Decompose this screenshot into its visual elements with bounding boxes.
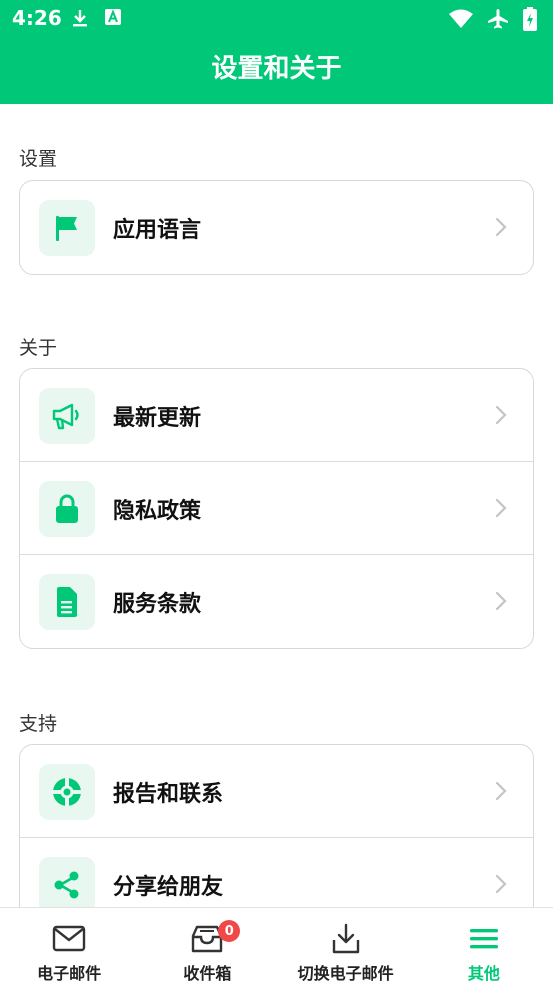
app-bar: 设置和关于 <box>0 36 553 104</box>
nav-label: 电子邮件 <box>37 964 102 983</box>
nav-label: 收件箱 <box>183 964 232 983</box>
document-icon <box>39 574 95 630</box>
row-label: 最新更新 <box>113 406 202 431</box>
lifebuoy-icon <box>39 764 95 820</box>
nav-tab-email[interactable]: 电子邮件 <box>0 908 138 983</box>
mail-icon <box>51 923 87 955</box>
nav-tab-inbox[interactable]: 0 收件箱 <box>138 908 276 983</box>
nav-tab-other[interactable]: 其他 <box>415 908 553 983</box>
menu-icon <box>466 923 502 955</box>
status-time: 4:26 <box>12 6 62 30</box>
bottom-navigation: 电子邮件 0 收件箱 切换电子邮件 其他 <box>0 907 553 983</box>
megaphone-icon <box>39 388 95 444</box>
wifi-icon <box>449 9 473 33</box>
settings-card: 应用语言 <box>19 180 534 275</box>
nav-label: 切换电子邮件 <box>297 964 394 983</box>
latest-updates-item[interactable]: 最新更新 <box>20 369 533 462</box>
status-bar: 4:26 <box>0 0 553 36</box>
inbox-count-badge: 0 <box>218 920 241 942</box>
download-tray-icon <box>328 923 364 955</box>
section-label-support: 支持 <box>19 713 58 735</box>
row-label: 应用语言 <box>113 218 202 243</box>
airplane-icon <box>487 8 509 34</box>
row-label: 隐私政策 <box>113 499 202 524</box>
chevron-right-icon <box>495 874 507 898</box>
row-label: 分享给朋友 <box>113 875 224 900</box>
row-label: 报告和联系 <box>113 782 224 807</box>
battery-charging-icon <box>523 7 537 35</box>
terms-of-service-item[interactable]: 服务条款 <box>20 555 533 648</box>
chevron-right-icon <box>495 405 507 429</box>
flag-icon <box>39 200 95 256</box>
app-language-item[interactable]: 应用语言 <box>20 181 533 274</box>
privacy-policy-item[interactable]: 隐私政策 <box>20 462 533 555</box>
download-icon <box>70 8 90 32</box>
about-card: 最新更新 隐私政策 服务条款 <box>19 368 534 649</box>
report-contact-item[interactable]: 报告和联系 <box>20 745 533 838</box>
app-notification-icon <box>104 8 122 32</box>
chevron-right-icon <box>495 217 507 241</box>
nav-tab-switch-email[interactable]: 切换电子邮件 <box>277 908 415 983</box>
section-label-about: 关于 <box>19 337 58 359</box>
share-icon <box>39 857 95 913</box>
page-title: 设置和关于 <box>211 54 342 84</box>
chevron-right-icon <box>495 591 507 615</box>
chevron-right-icon <box>495 781 507 805</box>
row-label: 服务条款 <box>113 592 202 617</box>
nav-label: 其他 <box>467 964 500 983</box>
lock-icon <box>39 481 95 537</box>
chevron-right-icon <box>495 498 507 522</box>
section-label-settings: 设置 <box>19 148 58 170</box>
